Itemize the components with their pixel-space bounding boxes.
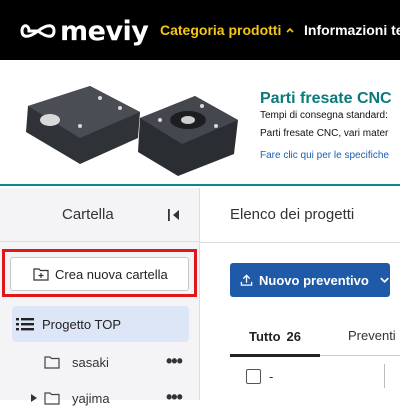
tab-quotes[interactable]: Preventi xyxy=(348,328,396,343)
tree-item-sasaki[interactable]: sasaki ••• xyxy=(0,349,200,377)
banner-description: Parti fresate CNC, vari mater xyxy=(260,128,389,139)
caret-right-icon[interactable] xyxy=(30,393,38,403)
folder-title: Cartella xyxy=(62,206,114,223)
tab-all-count: 26 xyxy=(286,328,301,344)
chevron-down-icon xyxy=(380,277,389,284)
folder-header: Cartella xyxy=(0,188,200,242)
collapse-sidebar-icon[interactable] xyxy=(167,208,181,222)
tree-top-label: Progetto TOP xyxy=(42,316,122,332)
chevron-up-icon xyxy=(286,27,294,33)
banner-title: Parti fresate CNC xyxy=(260,90,392,107)
banner-spec-link[interactable]: Fare clic qui per le specifiche xyxy=(260,150,389,161)
list-icon xyxy=(16,318,34,331)
logo-text: meviy xyxy=(60,15,149,47)
folder-icon xyxy=(44,392,60,405)
cnc-parts-image xyxy=(26,86,238,176)
new-quote-label: Nuovo preventivo xyxy=(259,272,369,288)
tree-item-progetto-top[interactable]: Progetto TOP xyxy=(12,306,189,342)
nav-categoria-label: Categoria prodotti xyxy=(160,22,282,38)
upload-icon xyxy=(240,274,253,286)
row-placeholder: - xyxy=(269,369,274,384)
nav-categoria-prodotti[interactable]: Categoria prodotti xyxy=(160,22,295,38)
new-quote-button[interactable]: Nuovo preventivo xyxy=(230,263,390,297)
tab-all-label: Tutto xyxy=(249,328,281,344)
nav-informazioni[interactable]: Informazioni tec xyxy=(304,22,400,38)
new-folder-label: Crea nuova cartella xyxy=(55,266,168,282)
infinity-logo-icon xyxy=(20,24,56,38)
promo-banner[interactable]: Parti fresate CNC Tempi di consegna stan… xyxy=(0,60,400,186)
banner-lead-time: Tempi di consegna standard: xyxy=(260,110,388,121)
more-options-icon[interactable]: ••• xyxy=(166,387,183,408)
row-checkbox[interactable] xyxy=(246,369,261,384)
tab-all[interactable]: Tutto 26 xyxy=(230,316,320,357)
column-separator xyxy=(384,364,385,388)
divider xyxy=(200,242,400,243)
tree-item-label: yajima xyxy=(72,391,110,406)
more-options-icon[interactable]: ••• xyxy=(166,351,183,372)
project-tabs: Tutto 26 Preventi xyxy=(230,316,400,357)
projects-panel: Elenco dei progetti Nuovo preventivo Tut… xyxy=(200,188,400,400)
new-folder-button[interactable]: Crea nuova cartella xyxy=(10,257,189,291)
tree-item-label: sasaki xyxy=(72,355,109,370)
meviy-logo[interactable]: meviy xyxy=(20,15,149,47)
projects-title: Elenco dei progetti xyxy=(230,206,355,223)
top-navbar: meviy Categoria prodotti Informazioni te… xyxy=(0,0,400,60)
folder-icon xyxy=(44,356,60,369)
folder-plus-icon xyxy=(33,268,49,281)
tree-item-yajima[interactable]: yajima ••• xyxy=(0,385,200,413)
